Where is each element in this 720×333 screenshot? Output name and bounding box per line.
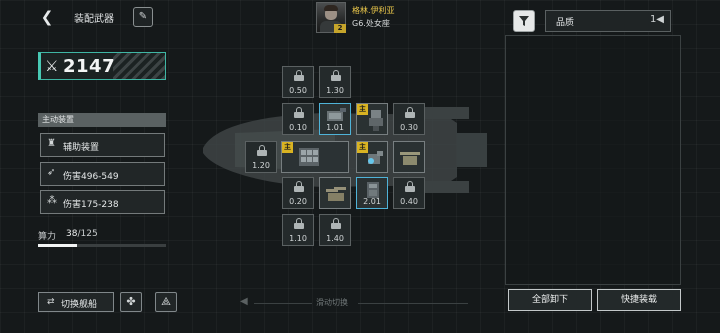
sort-label: 品质 [556,18,575,28]
feather-pen-icon: ✎ [138,11,148,22]
missile-damage-label: 伤害496-549 [63,172,119,182]
main-weapon-slot[interactable]: 主 [281,141,349,173]
locked-slot[interactable]: 0.10 [282,103,314,135]
slot-cost: 0.10 [289,123,307,132]
lock-icon [294,218,304,229]
equipped-slot[interactable] [319,177,351,209]
support-device-icon: ♜ [47,138,56,149]
locked-slot[interactable]: 0.20 [282,177,314,209]
lock-icon [405,107,415,118]
switch-ship-button[interactable]: ⇄ 切换舰船 [38,292,114,312]
equipped-slot[interactable]: 主 [356,103,388,135]
lock-icon [331,70,341,81]
locked-slot[interactable]: 0.50 [282,66,314,98]
locked-slot[interactable]: 1.20 [245,141,277,173]
combat-power-value: 2147 [63,56,116,77]
compute-used: 38 [66,229,78,239]
lock-icon [331,218,341,229]
slot-cost: 2.01 [363,197,381,206]
slot-cost: 1.20 [252,161,270,170]
swipe-hint: ◀ 滑动切换 [240,296,480,310]
compute-label: 算力 [38,232,57,242]
compute-progress-fill [38,244,77,247]
back-button[interactable]: ❮ [38,8,56,26]
compute-value: 38/125 [66,229,98,239]
slot-cost: 1.10 [289,234,307,243]
slot-cost: 0.40 [400,197,418,206]
slot-cost: 0.50 [289,86,307,95]
support-device-button[interactable]: ♜ 辅助装置 [40,133,165,157]
lock-icon [294,181,304,192]
locked-slot[interactable]: 1.30 [319,66,351,98]
slot-cost: 1.01 [326,123,344,132]
pilot-class: G6.处女座 [352,19,390,28]
filter-button[interactable] [513,10,535,32]
locked-slot[interactable]: 1.10 [282,214,314,246]
plasma-cannon-icon [368,151,383,164]
slot-cost: 0.30 [400,123,418,132]
slot-cost: 1.40 [326,234,344,243]
swap-arrows-icon: ⇄ [47,297,55,307]
combat-power-box: ⚔ 2147 [38,52,166,80]
active-equipment-header: 主动装置 [38,113,166,127]
page-title: 装配武器 [74,14,114,25]
triangle-emblem-button[interactable]: ⟁ [155,292,177,312]
emblem-icon: ✤ [126,295,136,308]
gun-damage-icon: ⁂ [47,195,57,206]
equipped-slot[interactable]: 1.01 [319,103,351,135]
locked-slot[interactable]: 0.40 [393,177,425,209]
lock-icon [294,70,304,81]
missile-launcher-icon [299,148,319,166]
quality-sort-dropdown[interactable]: 品质 1◀ [545,10,671,32]
sort-toggle-icon: 1◀ [649,14,664,25]
lock-icon [405,181,415,192]
quick-equip-button[interactable]: 快捷装载 [597,289,681,311]
gun-damage-label: 伤害175-238 [63,200,119,210]
lock-icon [294,107,304,118]
emblem-button[interactable]: ✤ [120,292,142,312]
chevron-left-icon: ❮ [40,8,54,26]
pilot-name: 格林.伊利亚 [352,6,395,15]
equipped-slot[interactable]: 主 [356,141,388,173]
artillery-turret-icon [326,187,346,201]
twin-gun-turret-icon [400,152,420,165]
switch-ship-label: 切换舰船 [61,300,98,310]
edit-name-button[interactable]: ✎ [133,7,153,27]
crossed-swords-icon: ⚔ [45,57,59,75]
gun-damage-stat[interactable]: ⁂ 伤害175-238 [40,190,165,214]
filter-icon [519,16,529,26]
support-device-label: 辅助装置 [63,143,100,153]
locked-slot[interactable]: 0.30 [393,103,425,135]
triangle-emblem-icon: ⟁ [161,295,171,308]
pilot-level-badge: 2 [334,24,346,33]
equipped-slot[interactable]: 2.01 [356,177,388,209]
missile-damage-stat[interactable]: ➶ 伤害496-549 [40,162,165,186]
equipment-inventory-panel[interactable] [505,35,681,285]
swipe-left-arrow-icon: ◀ [240,296,248,307]
swipe-hint-text: 滑动切换 [316,298,348,307]
turret-module-icon [369,110,383,131]
locked-slot[interactable]: 1.40 [319,214,351,246]
lock-icon [257,145,267,156]
missile-damage-icon: ➶ [47,167,56,178]
slot-cost: 1.30 [326,86,344,95]
compute-progress-bar [38,244,166,247]
slot-cost: 0.20 [289,197,307,206]
unload-all-button[interactable]: 全部卸下 [508,289,592,311]
compute-total: 125 [80,229,98,239]
equipped-slot[interactable] [393,141,425,173]
main-tag: 主 [282,142,293,153]
